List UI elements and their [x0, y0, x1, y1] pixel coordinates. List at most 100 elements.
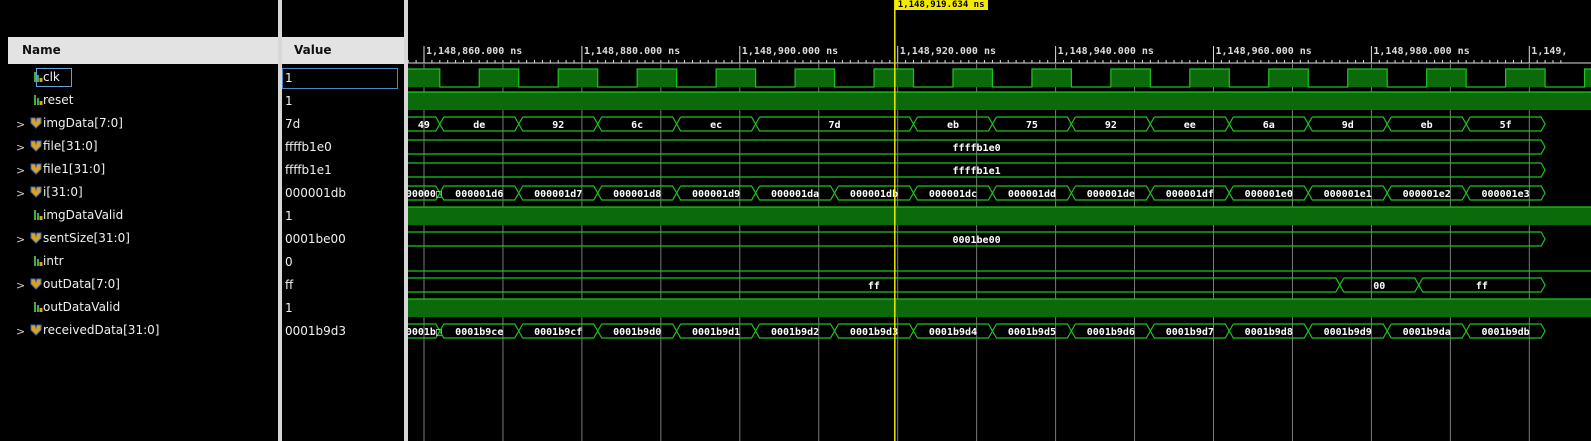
signal-row[interactable]: clk 1 [8, 67, 406, 90]
signal-row[interactable]: > file[31:0] ffffb1e0 [8, 136, 406, 159]
bus-value-label: 000001d8 [613, 189, 661, 200]
signal-name: i[31:0] [43, 185, 83, 199]
bus-value-label: 0001b9d8 [1245, 327, 1293, 338]
selection-outline [36, 68, 72, 87]
chevron-right-icon[interactable]: > [16, 279, 25, 292]
bus-value-label: 49 [418, 120, 430, 131]
bus-value-label: 00000□ [408, 189, 442, 200]
bus-value-label: 0001b9d1 [692, 327, 740, 338]
signal-row[interactable]: > sentSize[31:0] 0001be00 [8, 228, 406, 251]
bus-value-label: 0001b9d7 [1166, 327, 1214, 338]
signal-name: imgDataValid [43, 208, 124, 222]
signal-value: 0001be00 [285, 232, 346, 246]
bus-value-label: 75 [1026, 120, 1038, 131]
bus-value-label: 0001b9d5 [1008, 327, 1056, 338]
waveform-reset [408, 91, 1591, 110]
bus-value-label: 000001df [1166, 189, 1214, 200]
chevron-right-icon[interactable]: > [16, 233, 25, 246]
chevron-right-icon[interactable]: > [16, 164, 25, 177]
bit-high-fill [408, 92, 1591, 110]
signal-row[interactable]: > outData[7:0] ff [8, 274, 406, 297]
signal-row[interactable]: reset 1 [8, 90, 406, 113]
chevron-right-icon[interactable]: > [16, 187, 25, 200]
bus-value-label: 7d [829, 120, 841, 131]
ruler-tick-label: 1,148,980.000 ns [1373, 46, 1469, 57]
clock-high-fill [479, 69, 519, 87]
waveform-canvas[interactable]: 1,148,860.000 ns 1,148,880.000 ns 1,148,90… [408, 0, 1591, 441]
ruler-tick-label: 1,148,880.000 ns [584, 46, 680, 57]
bus-signal-icon [30, 324, 42, 336]
signal-row[interactable]: > file1[31:0] ffffb1e1 [8, 159, 406, 182]
clock-high-fill [1505, 69, 1546, 87]
bus-value-label: 5f [1500, 120, 1512, 131]
bus-value-label: 0001be00 [952, 235, 1000, 246]
bus-value-label: 000001dc [929, 189, 977, 200]
clock-high-fill [1584, 69, 1591, 87]
bus-value-label: 0001b9d3 [850, 327, 898, 338]
waveform-imgdatavalid [408, 206, 1591, 225]
chevron-right-icon[interactable]: > [16, 141, 25, 154]
bus-value-label: 92 [552, 120, 564, 131]
cursor-time-label[interactable]: 1,148,919.634 ns [894, 0, 988, 10]
clock-high-fill [408, 69, 440, 87]
clock-high-fill [874, 69, 914, 87]
signal-name: imgData[7:0] [43, 116, 123, 130]
chevron-right-icon[interactable]: > [16, 325, 25, 338]
ruler-tick-label: 1,148,960.000 ns [1216, 46, 1312, 57]
bus-value-label: 00 [1373, 281, 1385, 292]
clock-high-fill [1189, 69, 1230, 87]
bus-value-label: eb [1421, 120, 1433, 131]
signal-value: ffffb1e1 [285, 163, 332, 177]
signal-name: receivedData[31:0] [43, 323, 160, 337]
signal-value: ffffb1e0 [285, 140, 332, 154]
bus-value-label: 000001d6 [455, 189, 503, 200]
ruler-tick-label: 1,148,860.000 ns [426, 46, 522, 57]
chevron-right-icon[interactable]: > [16, 118, 25, 131]
bus-value-label: 0001b9d9 [1324, 327, 1372, 338]
value-selection-outline [282, 68, 398, 89]
signal-row[interactable]: > receivedData[31:0] 0001b9d3 [8, 320, 406, 343]
clock-high-fill [1347, 69, 1388, 87]
bit-high-fill [408, 207, 1591, 225]
signal-name: outDataValid [43, 300, 121, 314]
bus-value-label: 0001b9db [1482, 327, 1530, 338]
bus-signal-icon [30, 163, 42, 175]
ruler-tick-label: 1,148,940.000 ns [1058, 46, 1154, 57]
clock-high-fill [1031, 69, 1072, 87]
ruler-tick-label: 1,149, [1531, 46, 1567, 57]
clock-high-fill [716, 69, 756, 87]
bus-value-label: 000001de [1087, 189, 1135, 200]
bus-value-label: 000001e1 [1324, 189, 1372, 200]
signal-row[interactable]: imgDataValid 1 [8, 205, 406, 228]
signal-name: outData[7:0] [43, 277, 120, 291]
bit-high-fill [408, 299, 1591, 317]
name-value-panel: Name Value clk 1 reset 1 > imgData[7:0] 7d > fil… [0, 0, 408, 441]
signal-row[interactable]: > i[31:0] 000001db [8, 182, 406, 205]
signal-value: 1 [285, 94, 293, 108]
signal-value: 1 [285, 209, 293, 223]
signal-row[interactable]: intr 0 [8, 251, 406, 274]
signal-name: intr [43, 254, 64, 268]
bus-value-label: 000001e2 [1403, 189, 1451, 200]
signal-row[interactable]: outDataValid 1 [8, 297, 406, 320]
value-column-header[interactable]: Value [282, 37, 406, 64]
bus-value-label: 92 [1105, 120, 1117, 131]
column-divider[interactable] [278, 0, 282, 441]
clock-high-fill [952, 69, 993, 87]
bus-value-label: 0001b9ce [455, 327, 503, 338]
signal-value: 7d [285, 117, 301, 131]
bus-value-label: ffffb1e1 [952, 166, 1000, 177]
clock-high-fill [795, 69, 835, 87]
bus-value-label: 9d [1342, 120, 1354, 131]
name-column-header[interactable]: Name [8, 37, 278, 64]
clock-high-fill [558, 69, 598, 87]
bus-value-label: 0001b9d2 [771, 327, 819, 338]
bus-value-label: 0001b9d0 [613, 327, 661, 338]
bus-value-label: de [473, 120, 485, 131]
signal-row[interactable]: > imgData[7:0] 7d [8, 113, 406, 136]
bus-value-label: 6a [1263, 120, 1275, 131]
bus-signal-icon [30, 278, 42, 290]
bus-signal-icon [30, 232, 42, 244]
bus-value-label: 0001b9cf [534, 327, 582, 338]
bus-value-label: 000001dd [1008, 189, 1056, 200]
